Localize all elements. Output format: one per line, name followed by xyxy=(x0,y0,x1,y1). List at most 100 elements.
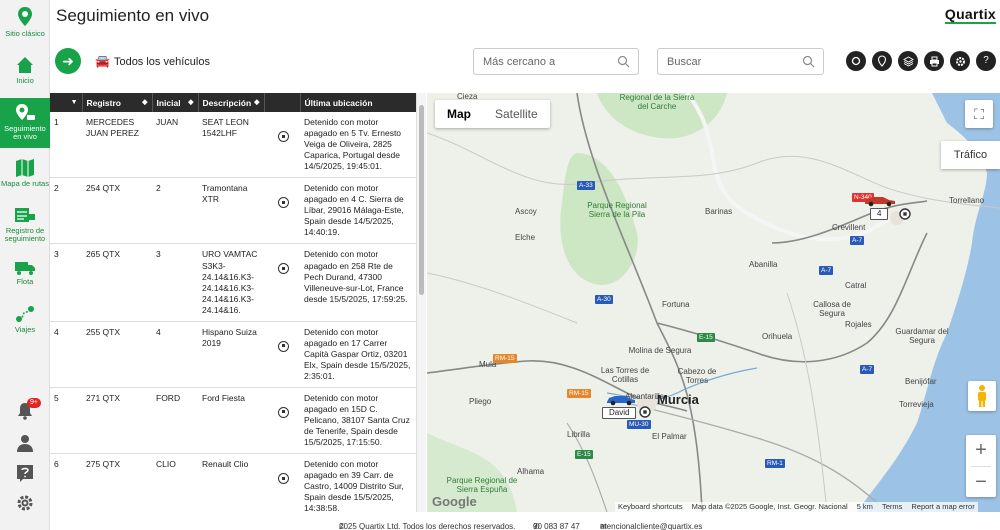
help-button[interactable] xyxy=(0,464,50,485)
vehicles-filter[interactable]: 🚘 Todos los vehículos xyxy=(95,54,210,68)
route-map-icon xyxy=(16,159,34,177)
sidebar: Sitio clásico Inicio Seguimiento en vivo… xyxy=(0,0,50,530)
column-header-registro[interactable]: ◆ Registro xyxy=(82,93,153,112)
cell-index: 5 xyxy=(50,387,82,455)
location-pin-button[interactable] xyxy=(872,51,892,71)
sidebar-item-home[interactable]: Inicio xyxy=(0,55,50,91)
road-shield: RM-15 xyxy=(567,389,591,398)
street-view-button[interactable] xyxy=(968,381,996,411)
gear-icon xyxy=(17,495,33,511)
cell-registro: 275 QTX xyxy=(82,453,152,512)
scrollbar-thumb[interactable] xyxy=(419,105,424,295)
sidebar-item-tracking-log[interactable]: Registro de seguimiento xyxy=(0,205,50,245)
cell-registro: 271 QTX xyxy=(82,387,152,455)
arrow-right-icon: ➜ xyxy=(62,53,74,69)
search-input[interactable] xyxy=(658,49,823,74)
map-settings-button[interactable] xyxy=(950,51,970,71)
road-shield: RM-1 xyxy=(765,459,785,468)
cell-descripcion: URO VAMTAC S3K3-24.14&16.K3-24.14&16.K3-… xyxy=(198,243,264,322)
circle-tool-button[interactable] xyxy=(846,51,866,71)
table-row[interactable]: 6 275 QTX CLIO Renault Clio Detenido con mot… xyxy=(50,453,416,512)
car-filter-icon: 🚘 xyxy=(95,54,110,68)
map-type-satellite-button[interactable]: Satellite xyxy=(483,100,550,128)
user-profile-button[interactable] xyxy=(0,434,50,455)
vehicle-marker-car-blue[interactable] xyxy=(605,393,637,406)
nearest-to-input[interactable] xyxy=(474,49,638,74)
place-label: Callosa de Segura xyxy=(813,300,851,318)
sidebar-item-route-map[interactable]: Mapa de rutas xyxy=(0,158,50,192)
cell-inicial: JUAN xyxy=(152,112,198,179)
place-label: Cabezo de Torres xyxy=(677,367,717,385)
go-button[interactable]: ➜ xyxy=(55,48,81,74)
cell-status xyxy=(264,112,300,179)
cell-inicial: 3 xyxy=(152,243,198,322)
terms-link[interactable]: Terms xyxy=(882,502,902,512)
nearest-to-box xyxy=(473,48,639,75)
cell-inicial: CLIO xyxy=(152,453,198,512)
vehicle-label-david[interactable]: David xyxy=(602,407,637,419)
table-row[interactable]: 3 265 QTX 3 URO VAMTAC S3K3-24.14&16.K3-24.… xyxy=(50,243,416,322)
sidebar-item-live-tracking[interactable]: Seguimiento en vivo xyxy=(0,98,50,148)
print-icon xyxy=(929,56,939,67)
keyboard-shortcuts-link[interactable]: Keyboard shortcuts xyxy=(618,502,683,512)
sidebar-item-fleet[interactable]: Flota xyxy=(0,260,50,290)
layers-button[interactable] xyxy=(898,51,918,71)
stopped-marker-icon xyxy=(899,208,911,220)
cell-index: 2 xyxy=(50,177,82,245)
table-row[interactable]: 4 255 QTX 4 Hispano Suiza 2019 Detenido con … xyxy=(50,321,416,388)
place-label: Abanilla xyxy=(749,260,778,269)
cell-inicial: FORD xyxy=(152,387,198,455)
place-label: Orihuela xyxy=(762,332,793,341)
sidebar-item-label: Inicio xyxy=(16,76,34,85)
map-view[interactable]: Regional de la Sierra del Carche Ascoy E… xyxy=(427,93,1000,512)
park-label-sierra-pila: Parque Regional Sierra de la Pila xyxy=(587,201,647,220)
place-label: Molina de Segura xyxy=(628,346,692,355)
table-row[interactable]: 2 254 QTX 2 Tramontana XTR Detenido con moto… xyxy=(50,177,416,245)
vehicle-table: ▼ ◆ Registro ◆ Inicial ◆ Descripción Última… xyxy=(50,93,426,512)
report-error-link[interactable]: Report a map error xyxy=(911,502,974,512)
cell-registro: 265 QTX xyxy=(82,243,152,322)
place-label: Guardamar del Segura xyxy=(895,327,949,345)
place-label: Fortuna xyxy=(662,300,690,309)
search-box xyxy=(657,48,824,75)
footer: © 2025 Quartix Ltd. Todos los derechos r… xyxy=(50,512,1000,530)
sort-icon: ◆ xyxy=(188,98,194,106)
print-button[interactable] xyxy=(924,51,944,71)
cell-ubicacion: Detenido con motor apagado en 4 C. Sierr… xyxy=(300,177,416,245)
cell-descripcion: Ford Fiesta xyxy=(198,387,264,455)
sidebar-item-label: Viajes xyxy=(14,325,36,334)
road-shield: A-7 xyxy=(850,236,865,245)
vehicle-marker-car-red[interactable] xyxy=(863,194,897,207)
google-logo: Google xyxy=(432,494,477,509)
sidebar-item-classic-site[interactable]: Sitio clásico xyxy=(0,6,50,42)
place-label: Barinas xyxy=(705,207,733,216)
vehicle-label-4[interactable]: 4 xyxy=(870,208,889,220)
zoom-control: + − xyxy=(966,435,996,497)
column-header-inicial[interactable]: ◆ Inicial xyxy=(152,93,199,112)
cell-index: 6 xyxy=(50,453,82,512)
map-type-map-button[interactable]: Map xyxy=(435,100,483,128)
column-header-descripcion[interactable]: ◆ Descripción xyxy=(198,93,265,112)
fullscreen-button[interactable]: ⛶ xyxy=(965,100,993,128)
traffic-button[interactable]: Tráfico xyxy=(941,141,1000,169)
notifications-button[interactable]: 9+ xyxy=(0,398,50,423)
road-shield: E-15 xyxy=(697,333,715,342)
table-scrollbar[interactable] xyxy=(416,93,426,512)
cell-inicial: 4 xyxy=(152,321,198,388)
help-tool-button[interactable]: ? xyxy=(976,51,996,71)
table-row[interactable]: 5 271 QTX FORD Ford Fiesta Detenido con moto… xyxy=(50,387,416,455)
column-header-ultima-ubicacion[interactable]: Última ubicación xyxy=(300,93,417,112)
sidebar-item-trips[interactable]: Viajes xyxy=(0,304,50,336)
map-attribution: Keyboard shortcuts Map data ©2025 Google… xyxy=(615,502,978,512)
zoom-in-button[interactable]: + xyxy=(966,435,996,466)
table-row[interactable]: 1 MERCEDES JUAN PEREZ JUAN SEAT LEON 1542LH… xyxy=(50,112,416,179)
column-header-status xyxy=(264,93,301,112)
column-header-index[interactable]: ▼ xyxy=(50,93,83,112)
road-shield: RM-15 xyxy=(493,354,517,363)
road-shield: A-30 xyxy=(595,295,613,304)
zoom-out-button[interactable]: − xyxy=(966,467,996,498)
stopped-status-icon xyxy=(278,197,289,209)
cell-descripcion: SEAT LEON 1542LHF xyxy=(198,112,264,179)
settings-button[interactable] xyxy=(0,494,50,515)
cell-descripcion: Tramontana XTR xyxy=(198,177,264,245)
